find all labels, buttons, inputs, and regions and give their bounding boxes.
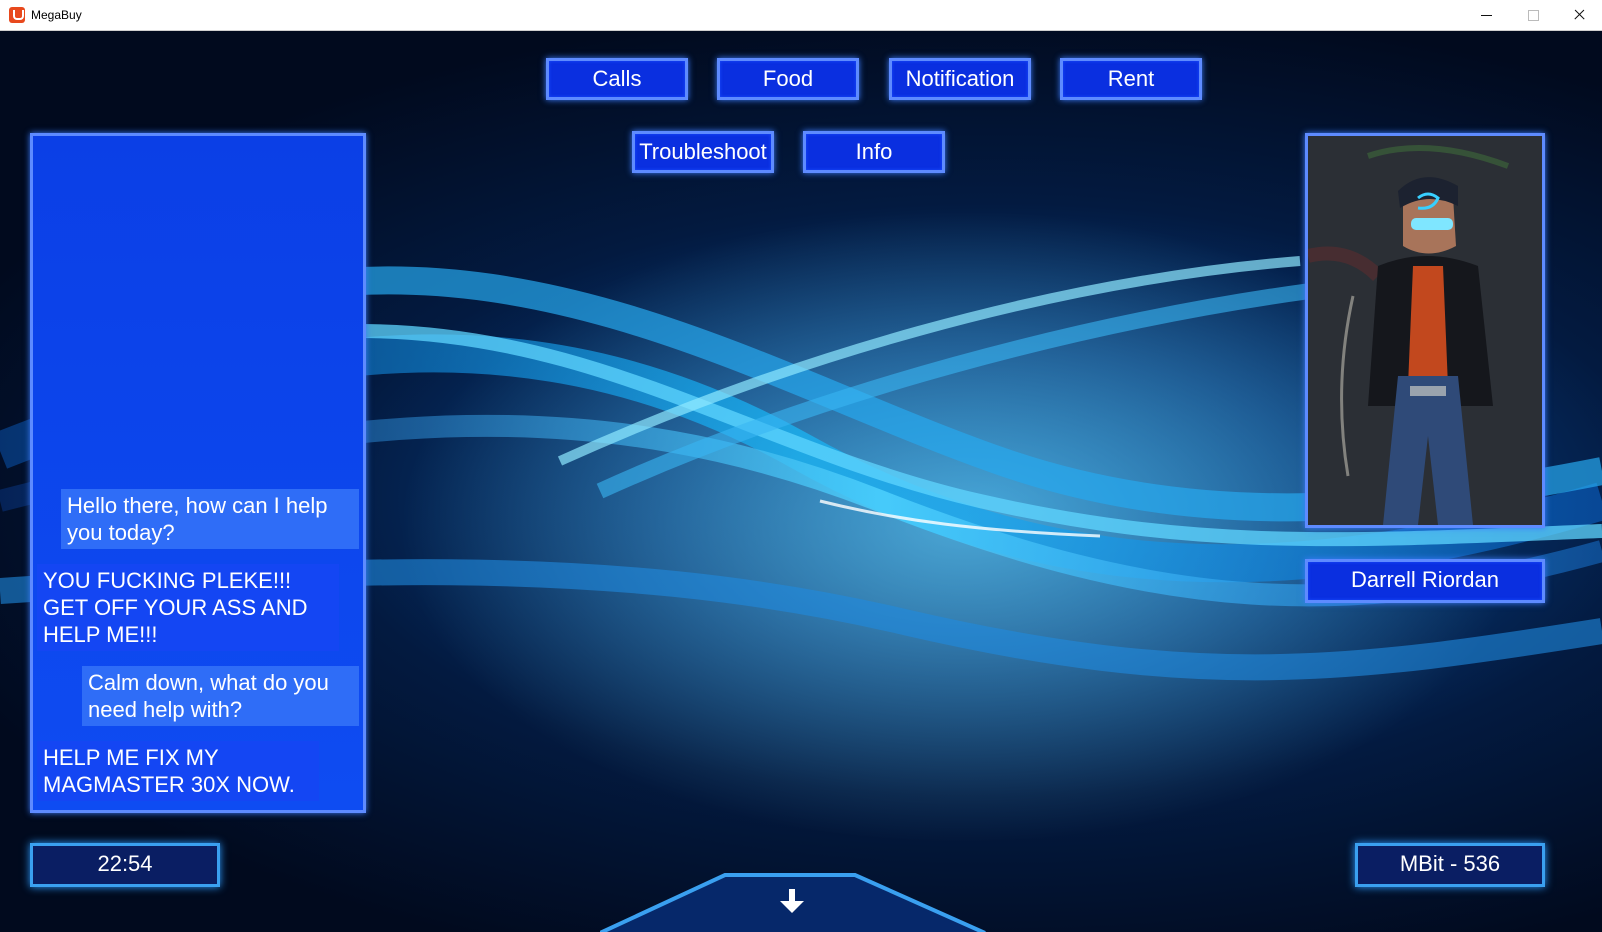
chat-message-customer: YOU FUCKING PLEKE!!! GET OFF YOUR ASS AN… (37, 564, 339, 651)
food-button[interactable]: Food (717, 58, 859, 100)
game-screen: Calls Food Notification Rent Troubleshoo… (0, 31, 1602, 932)
calls-button[interactable]: Calls (546, 58, 688, 100)
maximize-icon[interactable] (1510, 0, 1556, 30)
scroll-down-tab[interactable] (599, 865, 990, 932)
chat-message-agent: Calm down, what do you need help with? (82, 666, 359, 726)
troubleshoot-button[interactable]: Troubleshoot (632, 131, 774, 173)
minimize-icon[interactable] (1464, 0, 1510, 30)
megabuy-app-icon (9, 7, 25, 23)
mbit-balance-display: MBit - 536 (1355, 843, 1545, 887)
info-button[interactable]: Info (803, 131, 945, 173)
caller-portrait-image (1308, 136, 1542, 525)
window-titlebar: MegaBuy (0, 0, 1602, 31)
close-icon[interactable] (1556, 0, 1602, 30)
window-title: MegaBuy (31, 8, 82, 22)
rent-button[interactable]: Rent (1060, 58, 1202, 100)
chat-message-agent: Hello there, how can I help you today? (61, 489, 359, 549)
notification-button[interactable]: Notification (889, 58, 1031, 100)
chat-message-customer: HELP ME FIX MY MAGMASTER 30X NOW. (37, 741, 319, 801)
clock-display: 22:54 (30, 843, 220, 887)
chat-panel: Hello there, how can I help you today? Y… (30, 133, 366, 813)
caller-portrait (1305, 133, 1545, 528)
caller-name-label: Darrell Riordan (1305, 559, 1545, 603)
